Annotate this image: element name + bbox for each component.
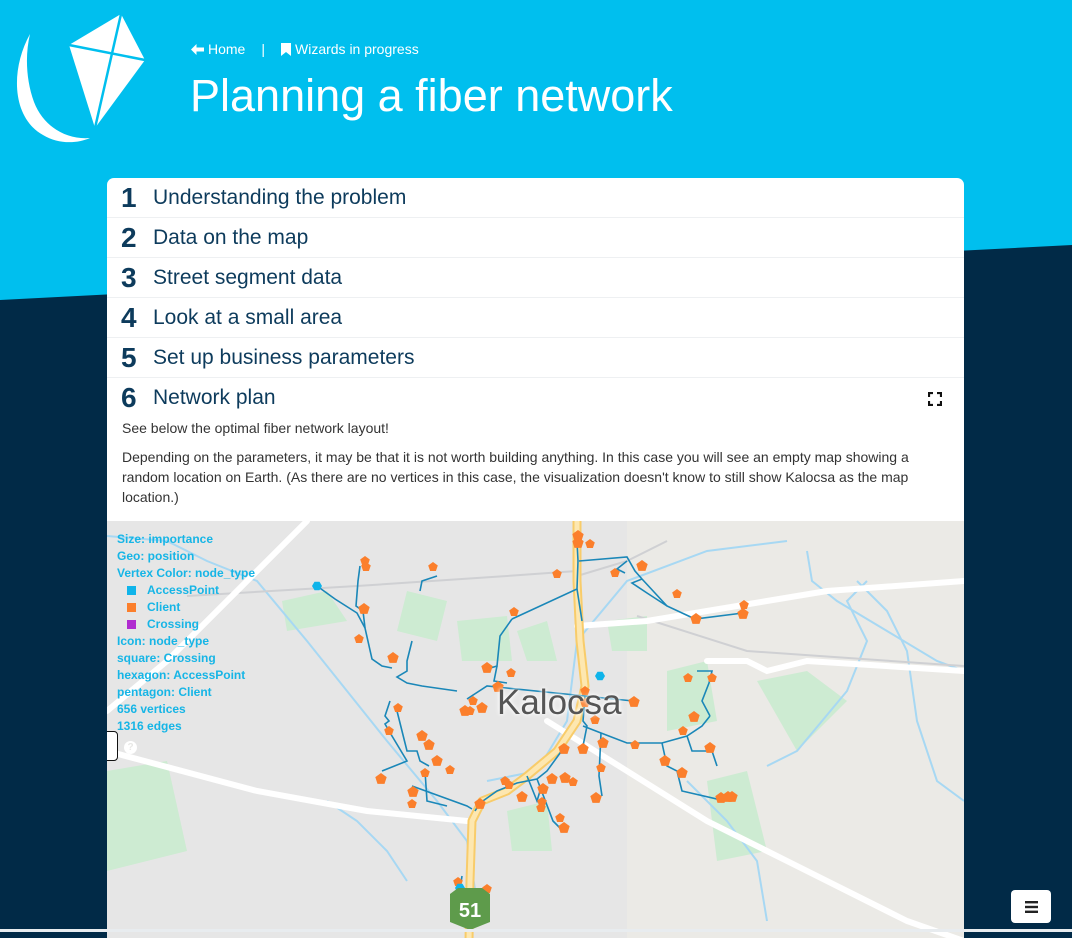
network-map[interactable]: Kalocsa 51 Size: importance Geo: positio…	[107, 521, 964, 938]
step-label: Understanding the problem	[153, 185, 407, 209]
road-shield-number: 51	[459, 900, 481, 922]
client-swatch	[127, 603, 136, 612]
fullscreen-icon[interactable]	[928, 392, 942, 406]
step-number: 3	[121, 261, 137, 293]
edge-count: 1316 edges	[117, 719, 182, 733]
city-label: Kalocsa	[497, 683, 622, 722]
legend-item-accesspoint: AccessPoint	[117, 582, 255, 599]
home-link[interactable]: Home	[191, 41, 245, 57]
step-1[interactable]: 1 Understanding the problem	[107, 178, 964, 218]
step-4[interactable]: 4 Look at a small area	[107, 298, 964, 338]
bookmark-icon	[281, 42, 291, 56]
legend-geo: Geo: position	[117, 549, 195, 563]
legend-square: square: Crossing	[117, 651, 216, 665]
accesspoint-swatch	[127, 586, 136, 595]
legend-hexagon: hexagon: AccessPoint	[117, 668, 246, 682]
question-icon[interactable]: ?	[124, 741, 137, 754]
step-number: 2	[121, 221, 137, 253]
step-5[interactable]: 5 Set up business parameters	[107, 338, 964, 378]
step-label: Data on the map	[153, 225, 309, 249]
step-number: 4	[121, 301, 137, 333]
step-label: Network plan	[153, 386, 276, 409]
arrow-left-icon	[191, 43, 204, 55]
wizards-label: Wizards in progress	[295, 41, 419, 57]
road-shield-51: 51	[450, 888, 490, 930]
vertex-count: 656 vertices	[117, 702, 186, 716]
step-description: See below the optimal fiber network layo…	[107, 418, 964, 507]
menu-button[interactable]	[1011, 890, 1051, 923]
breadcrumb: Home | Wizards in progress	[191, 41, 419, 57]
wizards-in-progress-link[interactable]: Wizards in progress	[281, 41, 419, 57]
note-text: Depending on the parameters, it may be t…	[122, 449, 909, 505]
intro-text: See below the optimal fiber network layo…	[122, 420, 389, 436]
map-legend: Size: importance Geo: position Vertex Co…	[117, 531, 255, 735]
step-label: Set up business parameters	[153, 345, 415, 369]
legend-label: AccessPoint	[147, 583, 220, 597]
breadcrumb-separator: |	[261, 41, 265, 57]
step-6[interactable]: 6 Network plan	[107, 378, 964, 418]
wizard-panel: 1 Understanding the problem 2 Data on th…	[107, 178, 964, 938]
step-number: 1	[121, 181, 137, 213]
step-label: Look at a small area	[153, 305, 343, 329]
step-number: 5	[121, 341, 137, 373]
kite-logo	[16, 13, 146, 143]
step-label: Street segment data	[153, 265, 343, 289]
legend-label: Crossing	[147, 617, 200, 631]
legend-size: Size: importance	[117, 532, 214, 546]
step-number: 6	[121, 382, 137, 413]
step-3[interactable]: 3 Street segment data	[107, 258, 964, 298]
crossing-swatch	[127, 620, 136, 629]
legend-item-client: Client	[117, 599, 255, 616]
legend-vertex-color: Vertex Color: node_type	[117, 566, 256, 580]
home-label: Home	[208, 41, 246, 57]
page-title: Planning a fiber network	[190, 70, 673, 121]
legend-label: Client	[147, 600, 181, 614]
step-2[interactable]: 2 Data on the map	[107, 218, 964, 258]
legend-icon: Icon: node_type	[117, 634, 210, 648]
legend-item-crossing: Crossing	[117, 616, 255, 633]
map-side-tab[interactable]	[107, 731, 118, 761]
legend-pentagon: pentagon: Client	[117, 685, 212, 699]
hamburger-menu-icon	[1024, 900, 1038, 913]
